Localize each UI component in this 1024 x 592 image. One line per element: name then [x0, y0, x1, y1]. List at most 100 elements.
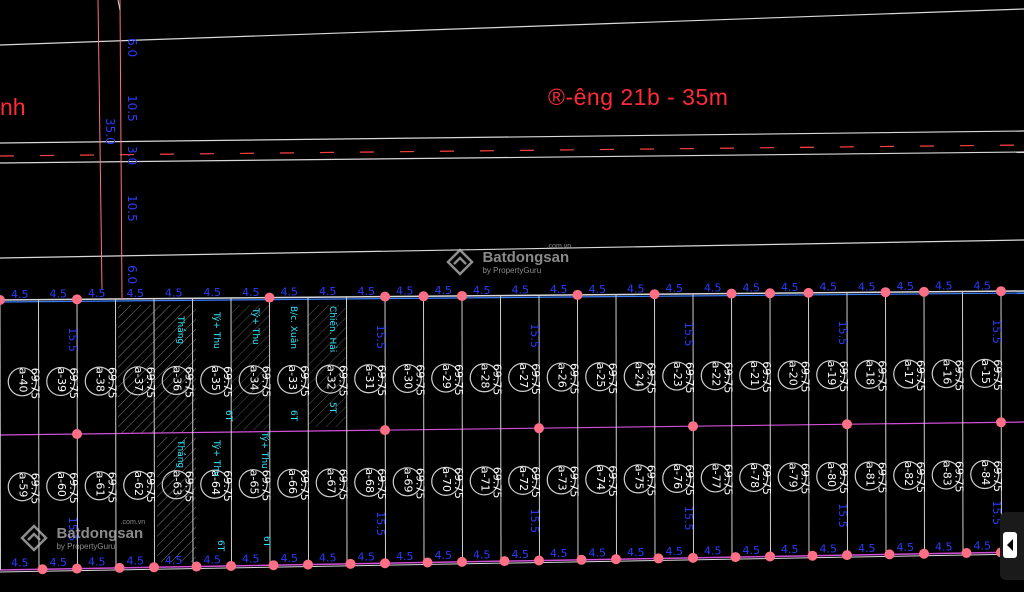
boundary-node	[649, 289, 660, 300]
top-row-lot-id[interactable]: a-31	[363, 365, 376, 390]
bottom-row-lot-id[interactable]: a-83	[940, 461, 953, 486]
road-dim-6: 6.0	[125, 265, 139, 284]
boundary-node	[842, 550, 852, 561]
bottom-row-lot-area: 69.75	[298, 469, 311, 501]
boundary-node	[191, 561, 202, 572]
bottom-row-lot-id[interactable]: a-80	[825, 462, 838, 487]
frontage-label-top: 4.5	[512, 283, 530, 296]
chevron-left-icon[interactable]	[1003, 532, 1017, 558]
depth-label-top: 15.5	[836, 321, 849, 346]
bottom-row-lot-id[interactable]: a-61	[93, 472, 106, 497]
boundary-node	[268, 560, 279, 571]
frontage-label-bottom: 4.5	[88, 555, 106, 568]
boundary-node	[534, 423, 544, 434]
owner-label-5: Chiến. Hải	[327, 306, 338, 352]
top-row-lot-id[interactable]: a-36	[170, 366, 183, 391]
top-row-lot-id[interactable]: a-17	[902, 360, 915, 385]
top-row-lot-id[interactable]: a-37	[132, 367, 145, 392]
bottom-row-lot-id[interactable]: a-79	[786, 463, 799, 488]
bottom-row-lot-id[interactable]: a-84	[979, 460, 992, 485]
top-row-lot-id[interactable]: a-30	[401, 364, 414, 389]
bottom-row-lot-id[interactable]: a-72	[517, 466, 530, 491]
bottom-row-lot-id[interactable]: a-76	[671, 464, 684, 489]
top-row-lot-area: 69.75	[721, 362, 734, 394]
bottom-row-lot-id[interactable]: a-69	[401, 468, 414, 493]
top-row-lot-id[interactable]: a-24	[632, 362, 645, 387]
bottom-row-lot-id[interactable]: a-63	[170, 471, 183, 496]
boundary-node	[0, 295, 5, 305]
top-row-lot-area: 69.75	[991, 359, 1004, 391]
top-row-lot-id[interactable]: a-40	[16, 368, 29, 393]
top-row-lot-id[interactable]: a-38	[93, 367, 106, 392]
top-row-lot-id[interactable]: a-29	[440, 364, 453, 389]
bottom-row-lot-id[interactable]: a-73	[555, 466, 568, 491]
top-row-lot-id[interactable]: a-26	[555, 363, 568, 388]
floor-label-5: 6T	[261, 536, 271, 548]
owner-label-1: Thắng	[175, 315, 186, 344]
bottom-row-lot-id[interactable]: a-59	[16, 473, 29, 498]
top-row-lot-id[interactable]: a-21	[748, 361, 761, 386]
boundary-node	[996, 417, 1006, 428]
frontage-label-bottom: 4.5	[204, 553, 222, 566]
bottom-row-lot-id[interactable]: a-66	[286, 469, 299, 494]
boundary-node	[264, 292, 275, 303]
bottom-row-lot-area: 69.75	[529, 466, 542, 498]
boundary-node	[807, 550, 818, 561]
top-row-lot-id[interactable]: a-32	[324, 365, 337, 390]
top-row-lot-area: 69.75	[644, 362, 657, 394]
bottom-row-lot-id[interactable]: a-65	[247, 470, 260, 495]
bottom-row-lot-id[interactable]: a-74	[594, 465, 607, 490]
frontage-label-bottom: 4.5	[781, 543, 799, 556]
bottom-row-lot-id[interactable]: a-62	[132, 471, 145, 496]
bottom-row-lot-area: 69.75	[760, 463, 773, 495]
top-row-lot-id[interactable]: a-27	[517, 363, 530, 388]
bottom-row-lot-id[interactable]: a-77	[709, 464, 722, 489]
top-row-lot-id[interactable]: a-18	[863, 360, 876, 385]
frontage-label-bottom: 4.5	[242, 553, 260, 566]
top-row-lot-id[interactable]: a-15	[979, 359, 992, 384]
frontage-label-top: 4.5	[435, 284, 453, 297]
top-row-lot-id[interactable]: a-39	[55, 367, 68, 392]
bottom-row-lot-id[interactable]: a-70	[440, 467, 453, 492]
bottom-row-lot-area: 69.75	[336, 469, 349, 501]
frontage-label-bottom: 4.5	[127, 555, 145, 568]
top-row-lot-id[interactable]: a-20	[786, 361, 799, 386]
top-row-lot-id[interactable]: a-19	[825, 361, 838, 386]
top-row-lot-id[interactable]: a-34	[247, 366, 260, 391]
frontage-label-bottom: 4.5	[512, 548, 530, 561]
frontage-label-top: 4.5	[935, 280, 953, 293]
bottom-row-lot-id[interactable]: a-82	[902, 461, 915, 486]
bottom-row-lot-id[interactable]: a-81	[863, 462, 876, 487]
bottom-row-lot-id[interactable]: a-71	[478, 467, 491, 492]
top-row-lot-id[interactable]: a-23	[671, 362, 684, 387]
bottom-row-lot-id[interactable]: a-67	[324, 469, 337, 494]
bottom-row-lot-id[interactable]: a-68	[363, 468, 376, 493]
top-row-lot-id[interactable]: a-22	[709, 362, 722, 387]
top-row-lot-id[interactable]: a-16	[940, 360, 953, 385]
owner-label-4: B/c. Xuân	[288, 306, 298, 349]
top-row-lot-id[interactable]: a-33	[286, 365, 299, 390]
frontage-label-top: 4.5	[358, 285, 376, 298]
bottom-row-lot-id[interactable]: a-78	[748, 463, 761, 488]
frontage-label-bottom: 4.5	[704, 544, 722, 557]
owner-label-3: Tý+ Thu	[250, 307, 260, 345]
house-logo-icon	[20, 524, 48, 552]
watermark-domain: .com.vn	[120, 519, 146, 526]
gallery-next-handle[interactable]	[1000, 512, 1024, 580]
top-row-lot-id[interactable]: a-35	[209, 366, 222, 391]
depth-label-bottom: 15.5	[374, 511, 387, 536]
top-row-lot-area: 69.75	[28, 368, 41, 400]
lot-plan-drawing: 4.5 4.5 4.5 4.5 4.5 4.5 4.5 4.5 4.5 4.5 4.5 4.5 4.5 4…	[0, 0, 1024, 575]
watermark-sub: by PropertyGuru	[56, 542, 116, 551]
bottom-row-lot-area: 69.75	[837, 462, 850, 494]
bottom-row-lot-id[interactable]: a-60	[55, 472, 68, 497]
bottom-row-lot-id[interactable]: a-75	[632, 465, 645, 490]
boundary-node	[303, 559, 313, 570]
top-row-lot-id[interactable]: a-25	[594, 363, 607, 388]
bottom-row-lot-area: 69.75	[259, 470, 272, 502]
depth-label-bottom: 15.5	[836, 503, 849, 528]
boundary-node	[380, 558, 390, 569]
cad-drawing-canvas[interactable]: 4.5 4.5 4.5 4.5 4.5 4.5 4.5 4.5 4.5 4.5 4.5 4.5 4.5 4…	[0, 0, 1024, 592]
top-row-lot-id[interactable]: a-28	[478, 364, 491, 389]
floor-label-2: 6T	[288, 410, 298, 422]
